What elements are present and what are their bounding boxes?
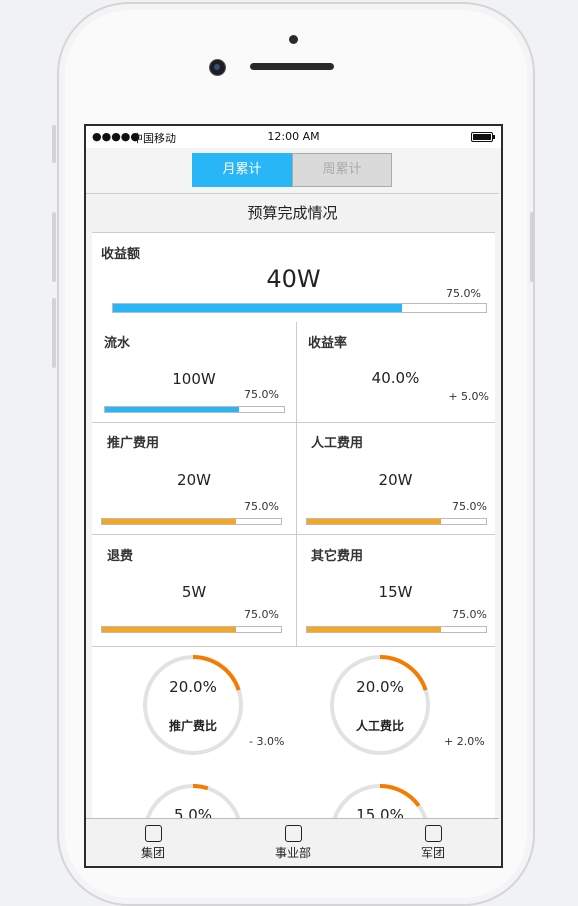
ratio-ring-row-2: 5.0% 15.0%: [92, 777, 495, 822]
metric-value-tuiguang: 20W: [177, 471, 211, 489]
nav-item-group[interactable]: 集团: [123, 825, 183, 861]
metric-value-qita: 15W: [378, 583, 413, 601]
square-icon: [144, 825, 162, 842]
metric-value-liushui: 100W: [172, 370, 216, 388]
metric-percent-liushui: 75.0%: [244, 388, 279, 401]
status-time: 12:00 AM: [267, 130, 320, 143]
section-title: 预算完成情况: [86, 193, 499, 232]
metric-fill-rengong: [307, 519, 442, 524]
period-tabs: 月累计 周累计: [192, 153, 392, 187]
metric-label-qita: 其它费用: [311, 549, 364, 564]
ratio-ring-row-1: 20.0% 推广费比 - 3.0% 20.0% 人工费比 + 2.0%: [92, 647, 495, 777]
metric-label-tuiguang: 推广费用: [107, 436, 160, 451]
earpiece-speaker: [250, 63, 334, 70]
ring-progress-arc: [192, 784, 209, 791]
metric-fill-liushui: [105, 407, 240, 412]
nav-label-division: 事业部: [274, 846, 311, 860]
metric-label-tuifei: 退费: [107, 549, 134, 564]
ring-percent-tuiguang: 20.0%: [169, 678, 217, 696]
nav-label-legion: 军团: [420, 846, 445, 860]
battery-icon: [471, 132, 495, 142]
metric-fill-tuifei: [102, 627, 237, 632]
bottom-nav: 集团 事业部 军团: [86, 818, 499, 865]
app-screen: ●●●●● 中国移动 12:00 AM 月累计 周累计 预算完成情况 收益额 4…: [84, 124, 503, 868]
metric-value-rengong: 20W: [378, 471, 413, 489]
revenue-progress-bar: [112, 303, 487, 313]
revenue-card: 收益额 40W 75.0%: [92, 232, 495, 323]
ring-percent-rengong: 20.0%: [356, 678, 404, 696]
mute-switch: [52, 125, 56, 163]
metric-row-3: 退费 5W 75.0% 其它费用 15W 75.0%: [92, 535, 495, 647]
metric-bar-liushui: [104, 406, 285, 413]
revenue-percent: 75.0%: [446, 287, 481, 300]
metric-row-2: 推广费用 20W 75.0% 人工费用 20W 75.0%: [92, 423, 495, 535]
metric-row-1: 流水 100W 75.0% 收益率 40.0% + 5.0%: [92, 322, 495, 423]
ring-delta-tuiguang: - 3.0%: [249, 735, 285, 748]
tab-monthly[interactable]: 月累计: [192, 153, 292, 187]
ratio-ring-rengong: [330, 655, 430, 755]
metric-fill-tuiguang: [102, 519, 237, 524]
square-icon: [284, 825, 302, 842]
ring-label-tuiguang: 推广费比: [168, 719, 217, 733]
metric-bar-tuifei: [101, 626, 282, 633]
status-bar: ●●●●● 中国移动 12:00 AM: [86, 126, 501, 148]
metric-percent-rengong: 75.0%: [452, 500, 487, 513]
metric-value-tuifei: 5W: [181, 583, 207, 601]
metric-percent-tuifei: 75.0%: [244, 608, 279, 621]
metric-bar-rengong: [306, 518, 487, 525]
revenue-label: 收益额: [101, 247, 141, 262]
front-camera-icon: [209, 59, 226, 76]
metric-label-liushui: 流水: [104, 336, 131, 351]
ratio-ring-tuiguang: [143, 655, 243, 755]
power-button: [530, 212, 534, 282]
metric-delta-shouyilv: + 5.0%: [448, 390, 489, 403]
volume-down-button: [52, 298, 56, 368]
nav-item-division[interactable]: 事业部: [263, 825, 323, 861]
nav-item-legion[interactable]: 军团: [403, 825, 463, 861]
ring-progress-arc: [379, 784, 421, 808]
metric-bar-tuiguang: [101, 518, 282, 525]
metric-percent-tuiguang: 75.0%: [244, 500, 279, 513]
metric-label-shouyilv: 收益率: [308, 336, 348, 351]
metric-value-shouyilv: 40.0%: [371, 369, 420, 387]
nav-label-group: 集团: [140, 846, 165, 860]
metric-label-rengong: 人工费用: [311, 436, 364, 451]
metric-bar-qita: [306, 626, 487, 633]
revenue-progress-fill: [113, 304, 403, 312]
revenue-value: 40W: [266, 265, 321, 293]
square-icon: [424, 825, 442, 842]
proximity-sensor: [289, 35, 298, 44]
volume-up-button: [52, 212, 56, 282]
metric-fill-qita: [307, 627, 442, 632]
tab-weekly[interactable]: 周累计: [292, 153, 392, 187]
ring-delta-rengong: + 2.0%: [444, 735, 485, 748]
metric-percent-qita: 75.0%: [452, 608, 487, 621]
ring-label-rengong: 人工费比: [355, 719, 404, 733]
